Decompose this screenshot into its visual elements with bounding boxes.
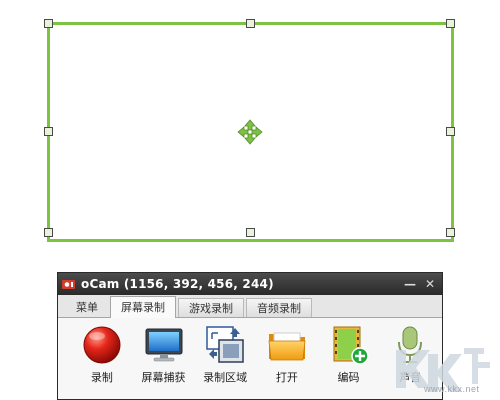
region-icon: [206, 326, 244, 363]
codec-icon: [333, 326, 369, 365]
screen-capture-button[interactable]: 屏幕捕获: [134, 324, 194, 399]
toolbar: 录制 屏幕捕获 录制区域 打开 编码: [58, 318, 442, 399]
folder-icon: [268, 332, 306, 361]
watermark-url: www.kkx.net: [424, 384, 480, 394]
tab-game-recording[interactable]: 游戏录制: [178, 298, 244, 317]
record-icon: [83, 326, 121, 364]
record-label: 录制: [90, 371, 113, 384]
codec-label: 编码: [337, 371, 360, 384]
window-title: oCam (1156, 392, 456, 244): [81, 277, 274, 291]
ocam-app-icon: [62, 279, 75, 289]
close-button[interactable]: ✕: [422, 277, 438, 291]
record-button[interactable]: 录制: [72, 324, 132, 399]
minimize-button[interactable]: —: [402, 277, 418, 291]
resize-handle-right[interactable]: [446, 127, 455, 136]
open-button[interactable]: 打开: [257, 324, 317, 399]
tab-menu[interactable]: 菜单: [66, 298, 108, 317]
resize-handle-bottom-right[interactable]: [446, 228, 455, 237]
ocam-window: oCam (1156, 392, 456, 244) — ✕ 菜单 屏幕录制 游…: [57, 272, 443, 400]
tab-audio-recording[interactable]: 音频录制: [246, 298, 312, 317]
monitor-icon: [145, 328, 182, 362]
resize-handle-bottom[interactable]: [246, 228, 255, 237]
resize-handle-bottom-left[interactable]: [44, 228, 53, 237]
open-label: 打开: [275, 371, 298, 384]
record-region-label: 录制区域: [203, 371, 248, 384]
resize-handle-top[interactable]: [246, 19, 255, 28]
resize-handle-top-right[interactable]: [446, 19, 455, 28]
title-bar[interactable]: oCam (1156, 392, 456, 244) — ✕: [58, 273, 442, 295]
codec-button[interactable]: 编码: [319, 324, 379, 399]
move-icon[interactable]: [237, 119, 263, 145]
resize-handle-left[interactable]: [44, 127, 53, 136]
resize-handle-top-left[interactable]: [44, 19, 53, 28]
tab-bar: 菜单 屏幕录制 游戏录制 音频录制: [58, 295, 442, 318]
screen-capture-label: 屏幕捕获: [141, 371, 186, 384]
tab-screen-recording[interactable]: 屏幕录制: [110, 296, 176, 318]
capture-region[interactable]: [44, 19, 455, 242]
record-region-button[interactable]: 录制区域: [195, 324, 255, 399]
